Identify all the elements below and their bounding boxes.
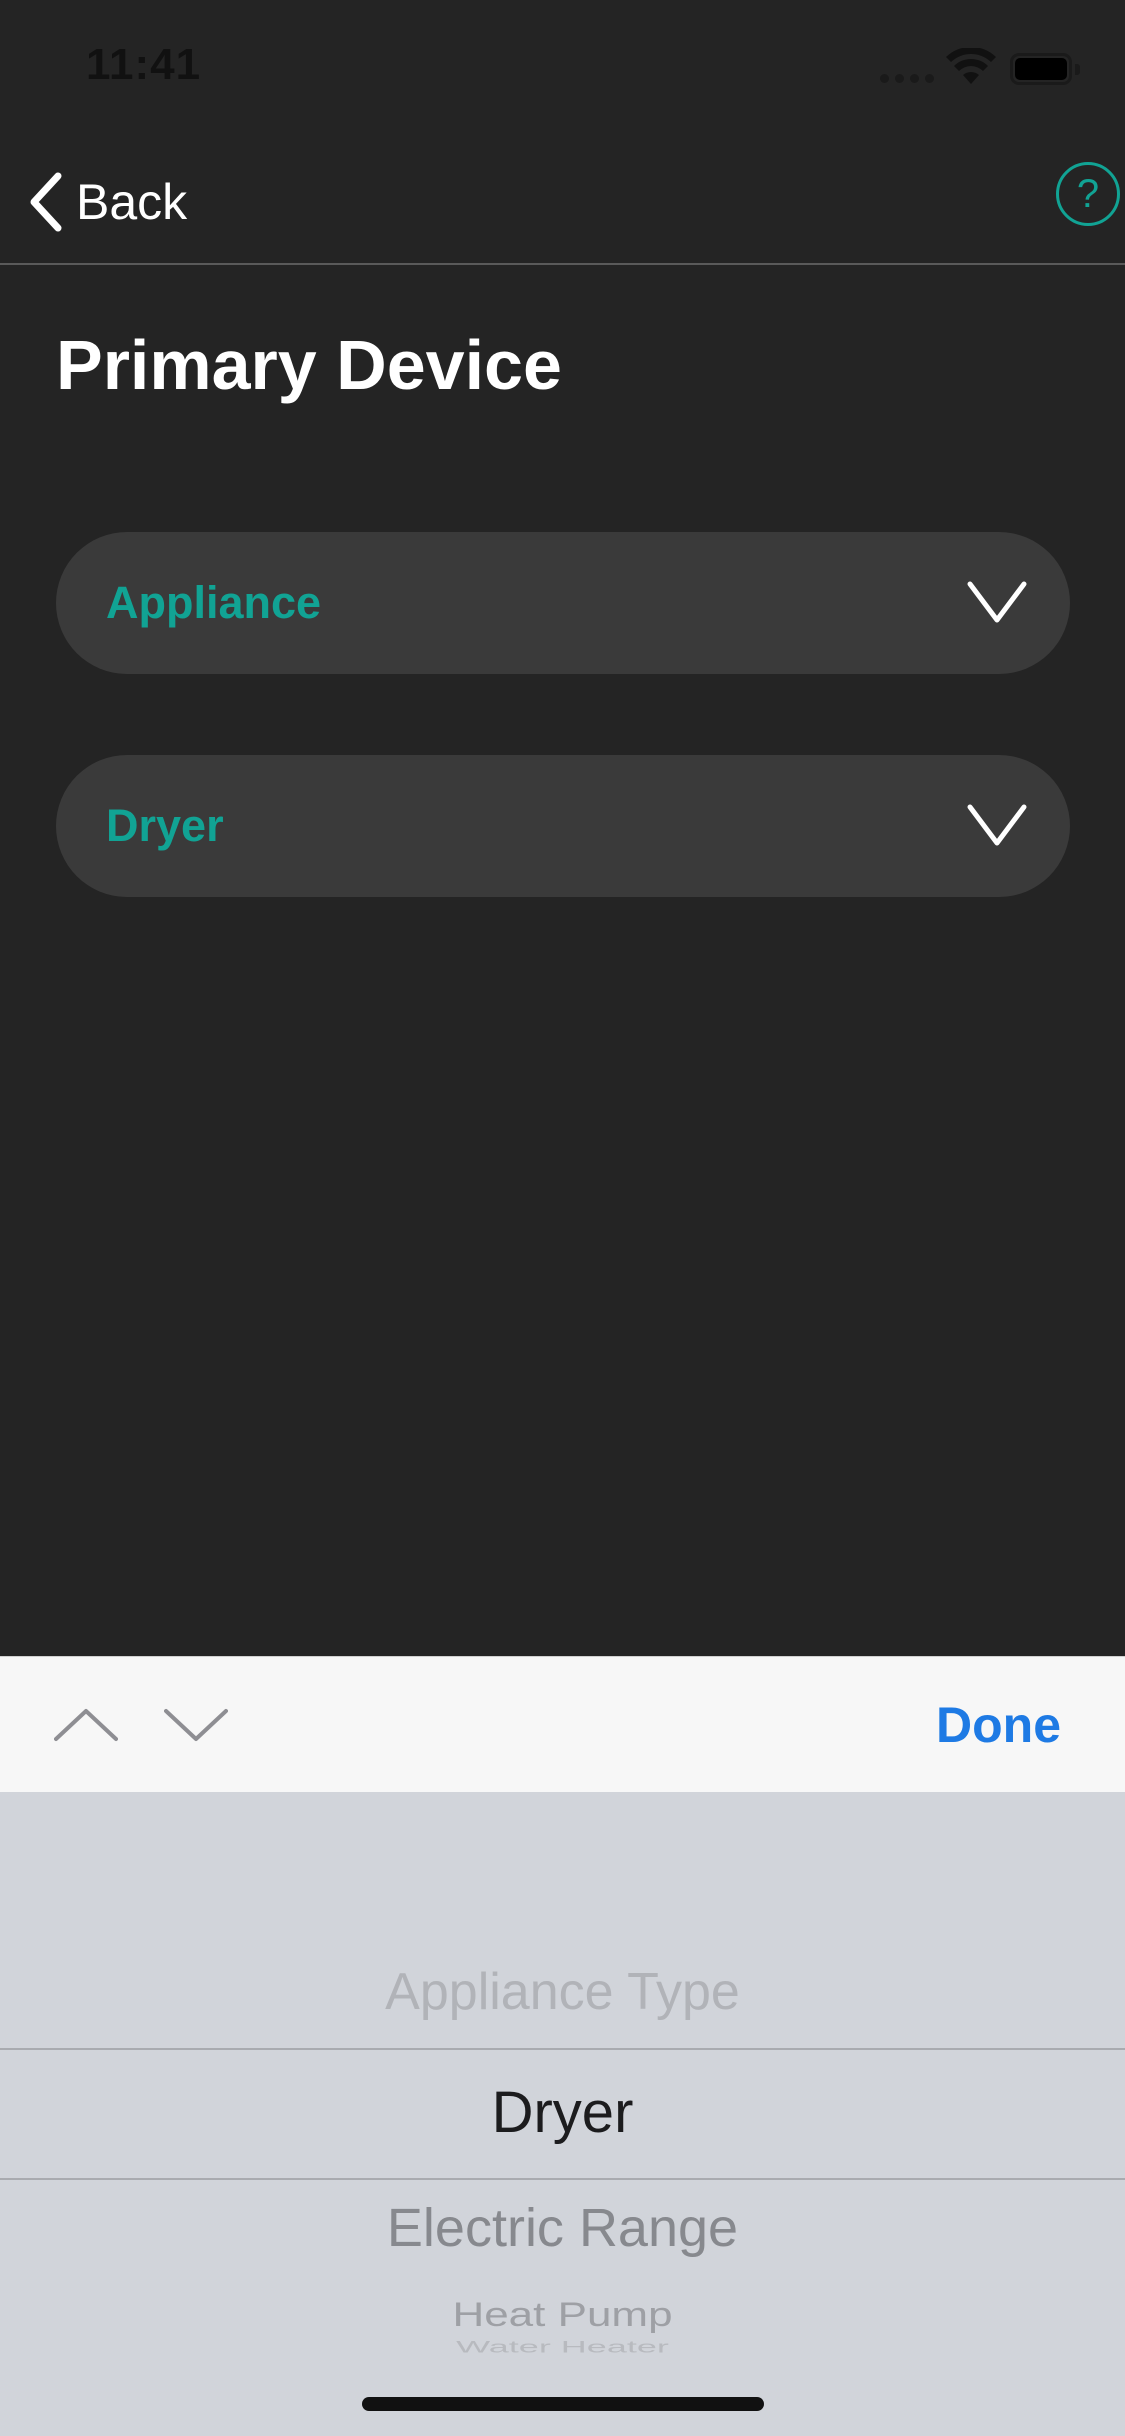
home-indicator bbox=[362, 2397, 764, 2411]
dropdown-value: Appliance bbox=[106, 577, 322, 628]
chevron-down-icon bbox=[967, 804, 1027, 846]
appliance-type-dropdown[interactable]: Dryer bbox=[56, 755, 1070, 897]
picker-selection-bottom-line bbox=[0, 2178, 1125, 2180]
chevron-left-icon bbox=[30, 172, 62, 232]
picker-option[interactable]: Electric Range bbox=[0, 2197, 1125, 2259]
picker-selection-top-line bbox=[0, 2048, 1125, 2050]
picker-option[interactable]: Appliance Type bbox=[0, 1962, 1125, 2022]
page-title: Primary Device bbox=[56, 326, 562, 404]
picker-option[interactable]: Heat Pump bbox=[0, 2297, 1125, 2333]
status-bar: 11:41 bbox=[0, 0, 1125, 140]
appliance-type-picker[interactable]: Appliance Type Dryer Electric Range Heat… bbox=[0, 1792, 1125, 2436]
wifi-icon bbox=[946, 48, 996, 84]
dropdown-value: Dryer bbox=[106, 800, 224, 851]
next-field-button[interactable] bbox=[164, 1699, 228, 1749]
picker-toolbar: Done bbox=[0, 1656, 1125, 1792]
help-button[interactable]: ? bbox=[1056, 162, 1120, 226]
chevron-down-icon bbox=[967, 581, 1027, 623]
previous-field-button[interactable] bbox=[54, 1699, 118, 1749]
question-mark-icon: ? bbox=[1076, 171, 1100, 216]
back-label: Back bbox=[76, 174, 188, 230]
back-button[interactable]: Back bbox=[24, 164, 187, 240]
picker-option[interactable]: Water Heater bbox=[0, 2339, 1125, 2355]
picker-option-selected[interactable]: Dryer bbox=[0, 2080, 1125, 2146]
cellular-signal-icon bbox=[880, 74, 936, 86]
battery-icon bbox=[1010, 53, 1080, 85]
navigation-bar: Back ? bbox=[0, 140, 1125, 265]
done-button[interactable]: Done bbox=[936, 1657, 1061, 1793]
status-time: 11:41 bbox=[86, 40, 202, 89]
device-category-dropdown[interactable]: Appliance bbox=[56, 532, 1070, 674]
